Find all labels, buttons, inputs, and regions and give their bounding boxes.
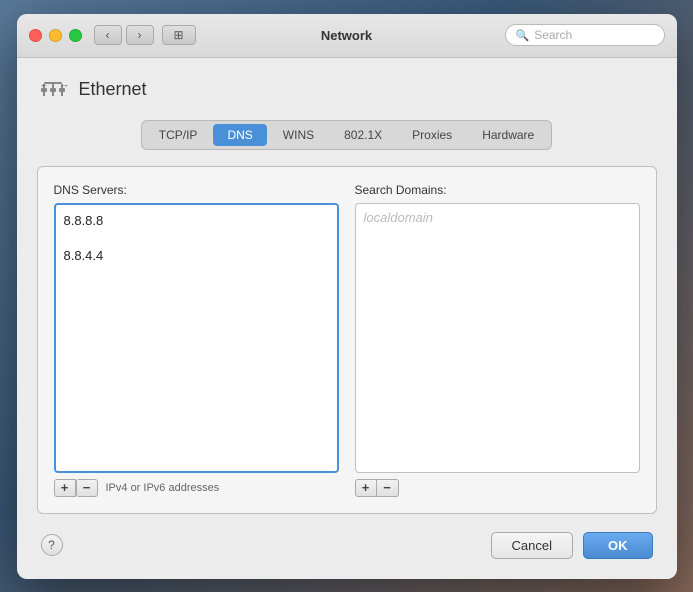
bottom-bar: ? Cancel OK bbox=[37, 532, 657, 559]
domains-remove-button[interactable]: − bbox=[377, 479, 399, 497]
grid-button[interactable]: ⊞ bbox=[162, 25, 196, 45]
section-header: ← → Ethernet bbox=[37, 74, 657, 106]
traffic-lights bbox=[29, 29, 82, 42]
tab-tcpip[interactable]: TCP/IP bbox=[145, 124, 212, 146]
cancel-button[interactable]: Cancel bbox=[491, 532, 573, 559]
dns-servers-column: DNS Servers: 8.8.8.8 8.8.4.4 + − IPv4 or… bbox=[54, 183, 339, 497]
search-domains-list[interactable]: localdomain bbox=[355, 203, 640, 473]
dns-remove-button[interactable]: − bbox=[76, 479, 98, 497]
columns: DNS Servers: 8.8.8.8 8.8.4.4 + − IPv4 or… bbox=[54, 183, 640, 497]
help-button[interactable]: ? bbox=[41, 534, 63, 556]
action-buttons: Cancel OK bbox=[491, 532, 653, 559]
dns-entry-2: 8.8.4.4 bbox=[64, 246, 329, 267]
content-area: ← → Ethernet TCP/IP DNS WINS 802.1X Prox… bbox=[17, 58, 677, 579]
back-button[interactable]: ‹ bbox=[94, 25, 122, 45]
svg-text:→: → bbox=[61, 80, 69, 89]
nav-buttons: ‹ › bbox=[94, 25, 154, 45]
window-title: Network bbox=[321, 28, 372, 43]
tabs: TCP/IP DNS WINS 802.1X Proxies Hardware bbox=[141, 120, 552, 150]
tab-wins[interactable]: WINS bbox=[269, 124, 328, 146]
dns-add-button[interactable]: + bbox=[54, 479, 76, 497]
main-panel: DNS Servers: 8.8.8.8 8.8.4.4 + − IPv4 or… bbox=[37, 166, 657, 514]
titlebar: ‹ › ⊞ Network 🔍 bbox=[17, 14, 677, 58]
ethernet-icon: ← → bbox=[37, 74, 69, 106]
search-domains-label: Search Domains: bbox=[355, 183, 640, 197]
dns-servers-list[interactable]: 8.8.8.8 8.8.4.4 bbox=[54, 203, 339, 473]
dns-servers-controls: + − IPv4 or IPv6 addresses bbox=[54, 479, 339, 497]
maximize-button[interactable] bbox=[69, 29, 82, 42]
section-title: Ethernet bbox=[79, 79, 147, 100]
domains-add-button[interactable]: + bbox=[355, 479, 377, 497]
minimize-button[interactable] bbox=[49, 29, 62, 42]
search-box: 🔍 bbox=[505, 24, 665, 46]
search-domains-column: Search Domains: localdomain + − bbox=[355, 183, 640, 497]
dns-entry-1: 8.8.8.8 bbox=[64, 211, 329, 232]
forward-button[interactable]: › bbox=[126, 25, 154, 45]
svg-text:←: ← bbox=[40, 80, 48, 89]
tab-8021x[interactable]: 802.1X bbox=[330, 124, 396, 146]
search-input[interactable] bbox=[534, 28, 653, 42]
tab-dns[interactable]: DNS bbox=[213, 124, 266, 146]
ok-button[interactable]: OK bbox=[583, 532, 653, 559]
search-domains-controls: + − bbox=[355, 479, 640, 497]
network-window: ‹ › ⊞ Network 🔍 bbox=[17, 14, 677, 579]
tab-hardware[interactable]: Hardware bbox=[468, 124, 548, 146]
tab-proxies[interactable]: Proxies bbox=[398, 124, 466, 146]
dns-servers-label: DNS Servers: bbox=[54, 183, 339, 197]
search-icon: 🔍 bbox=[516, 29, 530, 42]
close-button[interactable] bbox=[29, 29, 42, 42]
address-hint: IPv4 or IPv6 addresses bbox=[106, 482, 220, 494]
search-domains-placeholder: localdomain bbox=[364, 210, 433, 225]
